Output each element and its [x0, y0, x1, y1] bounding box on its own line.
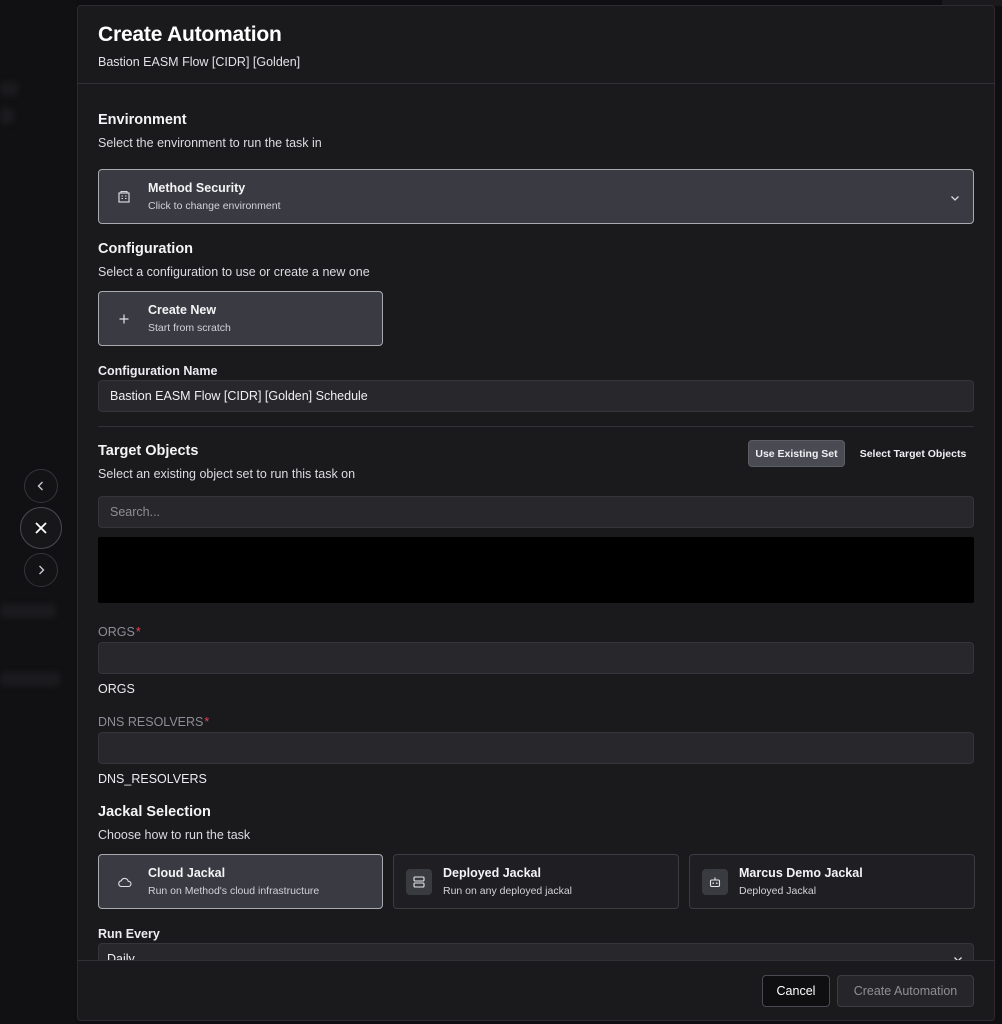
jackal-option-cloud[interactable]: Cloud Jackal Run on Method's cloud infra… — [98, 854, 383, 909]
jackal-option-text: Marcus Demo Jackal Deployed Jackal — [739, 866, 863, 897]
plus-icon — [111, 306, 137, 332]
configuration-name-label: Configuration Name — [98, 364, 218, 378]
configuration-description: Select a configuration to use or create … — [98, 265, 370, 279]
jackal-option-marcus-demo[interactable]: Marcus Demo Jackal Deployed Jackal — [689, 854, 975, 909]
target-objects-search-input[interactable]: Search... — [98, 496, 974, 528]
cloud-icon — [111, 869, 137, 895]
modal-body[interactable]: Environment Select the environment to ru… — [78, 84, 994, 962]
close-icon — [35, 522, 47, 534]
background-blob — [0, 672, 60, 686]
create-new-title: Create New — [148, 303, 217, 317]
create-automation-button[interactable]: Create Automation — [837, 975, 974, 1007]
jackal-option-deployed[interactable]: Deployed Jackal Run on any deployed jack… — [393, 854, 679, 909]
environment-select[interactable]: Method Security Click to change environm… — [98, 169, 974, 224]
jackal-option-title: Marcus Demo Jackal — [739, 866, 863, 880]
previous-button[interactable] — [24, 469, 58, 503]
jackal-option-subtitle: Run on any deployed jackal — [443, 885, 573, 897]
create-new-subtitle: Start from scratch — [148, 322, 231, 334]
tab-select-target-objects[interactable]: Select Target Objects — [851, 440, 975, 467]
run-every-label: Run Every — [98, 927, 160, 941]
create-new-text: Create New Start from scratch — [148, 303, 231, 334]
modal-subtitle: Bastion EASM Flow [CIDR] [Golden] — [98, 55, 301, 69]
environment-title: Environment — [98, 112, 187, 128]
chevron-down-icon — [949, 191, 961, 209]
bot-icon — [702, 868, 728, 895]
required-marker: * — [204, 715, 210, 729]
configuration-title: Configuration — [98, 241, 194, 257]
background-blob — [0, 82, 18, 96]
jackal-option-title: Deployed Jackal — [443, 866, 541, 880]
modal-footer: Cancel Create Automation — [78, 960, 994, 1020]
configuration-name-input[interactable]: Bastion EASM Flow [CIDR] [Golden] Schedu… — [98, 380, 974, 412]
building-icon — [111, 184, 137, 210]
orgs-label-text: ORGS — [98, 625, 135, 639]
background-blob — [0, 604, 56, 618]
jackal-selection-title: Jackal Selection — [98, 804, 211, 820]
orgs-label: ORGS* — [98, 625, 141, 639]
modal-header: Create Automation Bastion EASM Flow [CID… — [78, 6, 994, 84]
environment-hint: Click to change environment — [148, 200, 281, 212]
orgs-input[interactable] — [98, 642, 974, 674]
orgs-key: ORGS — [98, 682, 135, 696]
required-marker: * — [135, 625, 141, 639]
chevron-left-icon — [37, 481, 43, 491]
environment-description: Select the environment to run the task i… — [98, 136, 322, 150]
jackal-option-title: Cloud Jackal — [148, 866, 226, 880]
jackal-selection-description: Choose how to run the task — [98, 828, 251, 842]
jackal-option-subtitle: Deployed Jackal — [739, 885, 817, 897]
target-objects-description: Select an existing object set to run thi… — [98, 467, 356, 481]
dns-resolvers-key: DNS_RESOLVERS — [98, 772, 207, 786]
background-blob — [0, 108, 14, 124]
object-set-results — [98, 537, 974, 603]
dns-resolvers-input[interactable] — [98, 732, 974, 764]
create-automation-modal: Create Automation Bastion EASM Flow [CID… — [77, 5, 995, 1021]
chevron-right-icon — [39, 565, 45, 575]
dns-resolvers-label-text: DNS RESOLVERS — [98, 715, 204, 729]
server-icon — [406, 868, 432, 895]
jackal-option-subtitle: Run on Method's cloud infrastructure — [148, 885, 320, 897]
next-button[interactable] — [24, 553, 58, 587]
environment-name: Method Security — [148, 181, 246, 195]
target-objects-title: Target Objects — [98, 443, 199, 459]
section-divider — [98, 426, 974, 427]
modal-title: Create Automation — [98, 23, 282, 46]
environment-select-text: Method Security Click to change environm… — [148, 181, 281, 212]
jackal-option-text: Cloud Jackal Run on Method's cloud infra… — [148, 866, 319, 897]
tab-use-existing-set[interactable]: Use Existing Set — [748, 440, 845, 467]
dns-resolvers-label: DNS RESOLVERS* — [98, 715, 209, 729]
create-new-configuration-card[interactable]: Create New Start from scratch — [98, 291, 383, 346]
jackal-option-text: Deployed Jackal Run on any deployed jack… — [443, 866, 572, 897]
cancel-button[interactable]: Cancel — [762, 975, 830, 1007]
close-button[interactable] — [20, 507, 62, 549]
